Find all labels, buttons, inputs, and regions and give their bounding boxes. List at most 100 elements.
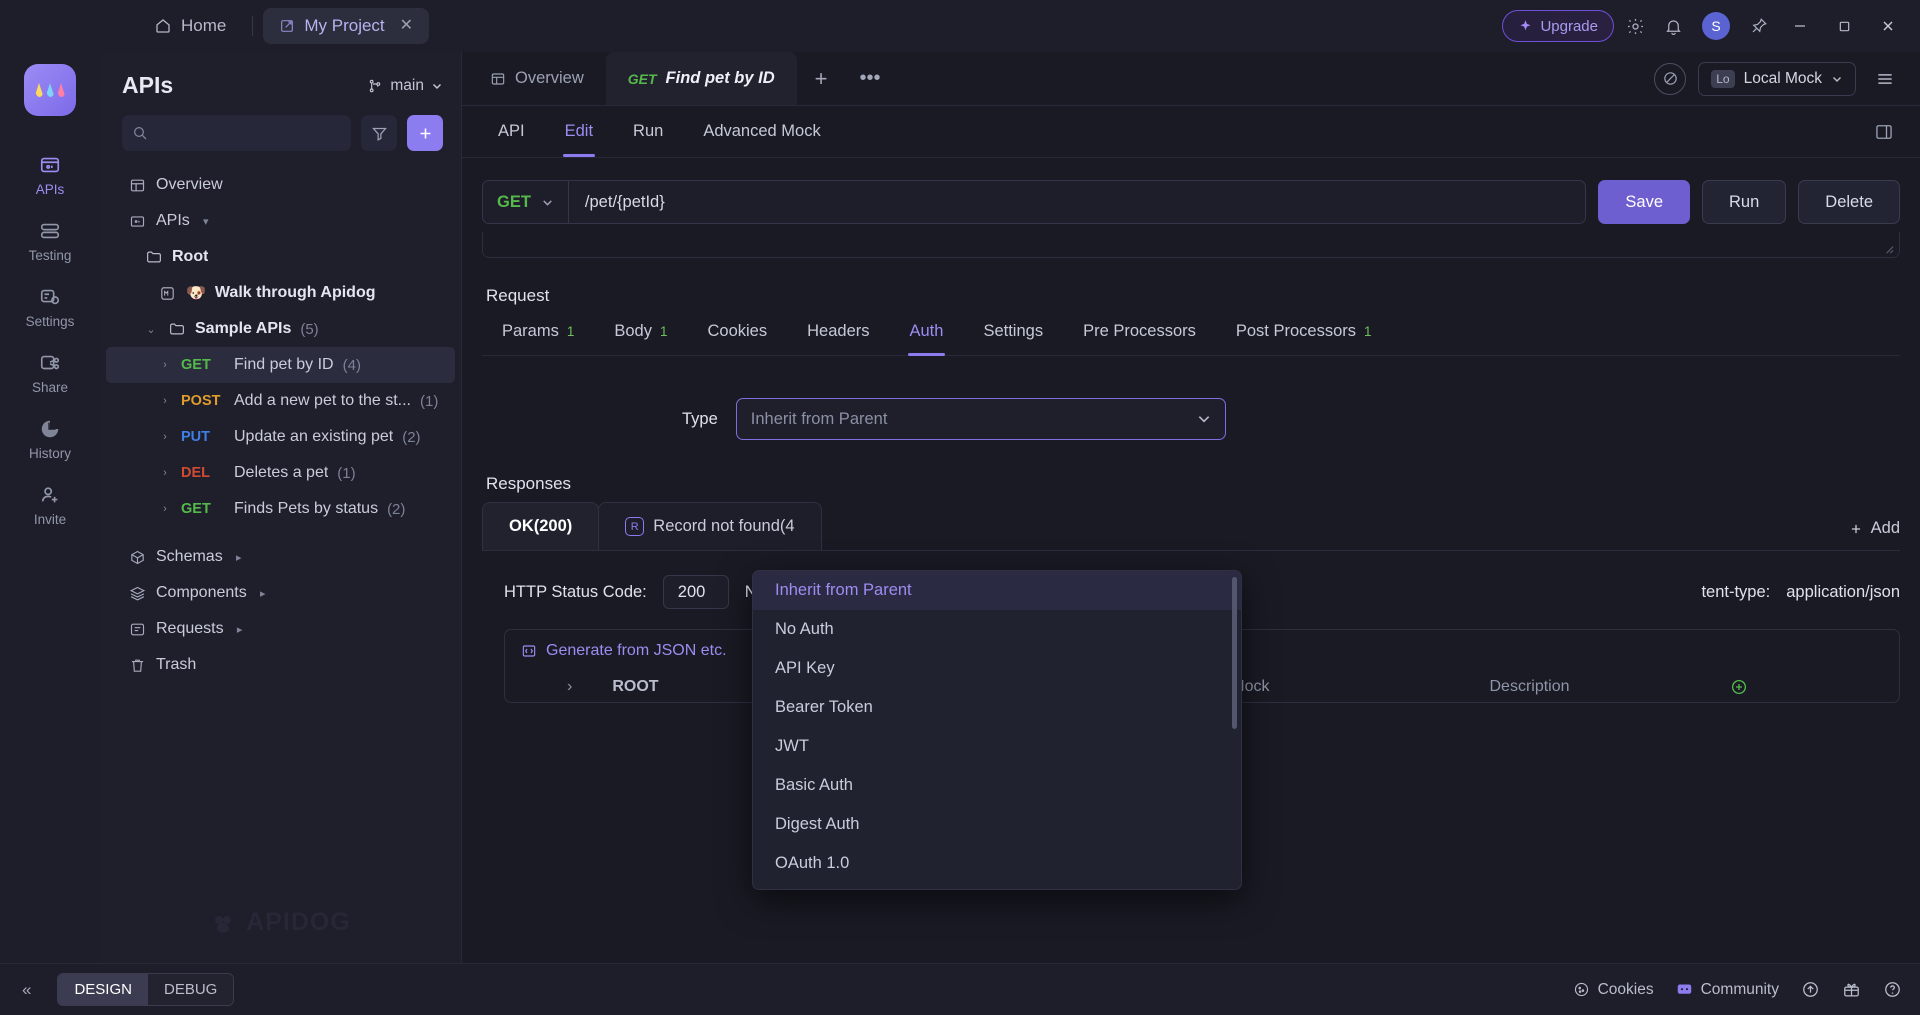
response-tab-ok-200[interactable]: OK(200): [482, 502, 599, 550]
home-tab[interactable]: Home: [138, 8, 242, 44]
close-window-button[interactable]: [1868, 9, 1908, 43]
community-button[interactable]: Community: [1676, 981, 1779, 999]
chevron-down-icon[interactable]: ⌄: [144, 323, 158, 336]
dropdown-option-jwt[interactable]: JWT: [753, 727, 1241, 766]
dropdown-scrollbar[interactable]: [1232, 577, 1237, 729]
add-field-icon[interactable]: [1730, 678, 1748, 696]
run-button[interactable]: Run: [1702, 180, 1786, 224]
tab-find-pet-by-id[interactable]: GET Find pet by ID: [606, 52, 797, 105]
tab-overview[interactable]: Overview: [468, 52, 606, 105]
tree-item-schemas[interactable]: Schemas ▸: [106, 539, 455, 575]
tree-item-trash[interactable]: Trash: [106, 647, 455, 683]
tab-edit[interactable]: Edit: [549, 107, 609, 157]
request-tab-body[interactable]: Body 1: [594, 312, 687, 355]
dropdown-option-inherit-from-parent[interactable]: Inherit from Parent: [753, 571, 1241, 610]
url-input[interactable]: /pet/{petId}: [569, 193, 665, 212]
dropdown-option-api-key[interactable]: API Key: [753, 649, 1241, 688]
request-tab-auth[interactable]: Auth: [890, 312, 964, 355]
branch-selector[interactable]: main: [367, 77, 443, 95]
chevron-right-icon[interactable]: ›: [158, 359, 172, 371]
dropdown-option-bearer-token[interactable]: Bearer Token: [753, 688, 1241, 727]
chevron-right-icon[interactable]: ›: [158, 431, 172, 443]
add-response-button[interactable]: Add: [1849, 519, 1900, 550]
chevron-right-icon[interactable]: ›: [158, 503, 172, 515]
request-tab-cookies[interactable]: Cookies: [688, 312, 788, 355]
cookies-button[interactable]: Cookies: [1573, 981, 1654, 999]
upgrade-button[interactable]: Upgrade: [1502, 10, 1614, 42]
tree-item-root[interactable]: Root: [106, 239, 455, 275]
filter-icon[interactable]: [361, 115, 397, 151]
method-selector[interactable]: GET: [483, 181, 569, 223]
help-icon[interactable]: [1883, 980, 1902, 999]
http-status-code-input[interactable]: 200: [663, 575, 729, 609]
chevron-right-icon[interactable]: ›: [158, 395, 172, 407]
sidebar-item-history[interactable]: History: [0, 406, 100, 472]
search-input[interactable]: [156, 125, 341, 141]
add-api-button[interactable]: [407, 115, 443, 151]
dropdown-option-no-auth[interactable]: No Auth: [753, 610, 1241, 649]
save-button[interactable]: Save: [1598, 180, 1690, 224]
dropdown-option-digest-auth[interactable]: Digest Auth: [753, 805, 1241, 844]
design-mode-button[interactable]: DESIGN: [58, 974, 148, 1005]
chevron-down-icon[interactable]: ▾: [199, 215, 213, 228]
sidebar-item-share[interactable]: Share: [0, 340, 100, 406]
generate-from-json-button[interactable]: Generate from JSON etc.: [521, 642, 727, 660]
gift-icon[interactable]: [1842, 980, 1861, 999]
sidebar-item-settings[interactable]: Settings: [0, 274, 100, 340]
pin-icon[interactable]: [1742, 9, 1776, 43]
tree-item-requests[interactable]: Requests ▸: [106, 611, 455, 647]
tree-item-sample-apis[interactable]: ⌄ Sample APIs (5): [106, 311, 455, 347]
request-tab-pre-processors[interactable]: Pre Processors: [1063, 312, 1216, 355]
maximize-button[interactable]: [1824, 9, 1864, 43]
request-tab-headers[interactable]: Headers: [787, 312, 889, 355]
tree-item-overview[interactable]: Overview: [106, 167, 455, 203]
tree-item-update-an-existing-pet[interactable]: › PUT Update an existing pet (2): [106, 419, 455, 455]
tab-api[interactable]: API: [482, 107, 541, 157]
chevron-right-icon[interactable]: ›: [567, 678, 572, 696]
tree-item-add-a-new-pet[interactable]: › POST Add a new pet to the st... (1): [106, 383, 455, 419]
url-bar[interactable]: GET /pet/{petId}: [482, 180, 1586, 224]
chevron-right-icon[interactable]: ▸: [233, 623, 247, 636]
auth-type-dropdown[interactable]: Inherit from Parent No Auth API Key Bear…: [752, 570, 1242, 890]
avatar[interactable]: S: [1702, 12, 1730, 40]
chevron-right-icon[interactable]: ›: [158, 467, 172, 479]
request-tab-post-processors[interactable]: Post Processors 1: [1216, 312, 1392, 355]
tree-item-find-pet-by-id[interactable]: › GET Find pet by ID (4): [106, 347, 455, 383]
request-tab-params[interactable]: Params 1: [482, 312, 594, 355]
resize-grip-icon[interactable]: [1883, 243, 1894, 254]
tree-item-apis[interactable]: APIs ▾: [106, 203, 455, 239]
tree-item-deletes-a-pet[interactable]: › DEL Deletes a pet (1): [106, 455, 455, 491]
bell-icon[interactable]: [1656, 9, 1690, 43]
sidebar-item-testing[interactable]: Testing: [0, 208, 100, 274]
gear-icon[interactable]: [1618, 9, 1652, 43]
chevron-right-icon[interactable]: ▸: [256, 587, 270, 600]
environment-selector[interactable]: Lo Local Mock: [1698, 62, 1856, 96]
tree-item-finds-pets-by-status[interactable]: › GET Finds Pets by status (2): [106, 491, 455, 527]
chevron-right-icon[interactable]: ▸: [232, 551, 246, 564]
hamburger-icon[interactable]: [1868, 62, 1902, 96]
sidebar-item-apis[interactable]: APIs: [0, 142, 100, 208]
sidebar-item-invite[interactable]: Invite: [0, 472, 100, 538]
debug-mode-button[interactable]: DEBUG: [148, 974, 233, 1005]
toggle-right-panel-icon[interactable]: [1874, 122, 1900, 142]
delete-button[interactable]: Delete: [1798, 180, 1900, 224]
search-box[interactable]: [122, 115, 351, 151]
env-status-icon[interactable]: [1654, 63, 1686, 95]
tab-advanced-mock[interactable]: Advanced Mock: [687, 107, 836, 157]
response-tab-record-not-found[interactable]: R Record not found(4: [598, 502, 821, 550]
tab-run[interactable]: Run: [617, 107, 679, 157]
close-icon[interactable]: ✕: [400, 18, 413, 34]
new-tab-button[interactable]: +: [797, 52, 846, 105]
auth-type-select[interactable]: Inherit from Parent: [736, 398, 1226, 440]
tree-item-components[interactable]: Components ▸: [106, 575, 455, 611]
dropdown-option-basic-auth[interactable]: Basic Auth: [753, 766, 1241, 805]
upload-icon[interactable]: [1801, 980, 1820, 999]
tab-overflow-button[interactable]: •••: [846, 52, 895, 105]
description-box[interactable]: [482, 232, 1900, 258]
collapse-sidebar-button[interactable]: «: [18, 980, 43, 1000]
project-tab[interactable]: My Project ✕: [263, 8, 429, 44]
tree-item-walk-through-apidog[interactable]: 🐶 Walk through Apidog: [106, 275, 455, 311]
minimize-button[interactable]: [1780, 9, 1820, 43]
request-tab-settings[interactable]: Settings: [963, 312, 1063, 355]
dropdown-option-oauth-1[interactable]: OAuth 1.0: [753, 844, 1241, 883]
